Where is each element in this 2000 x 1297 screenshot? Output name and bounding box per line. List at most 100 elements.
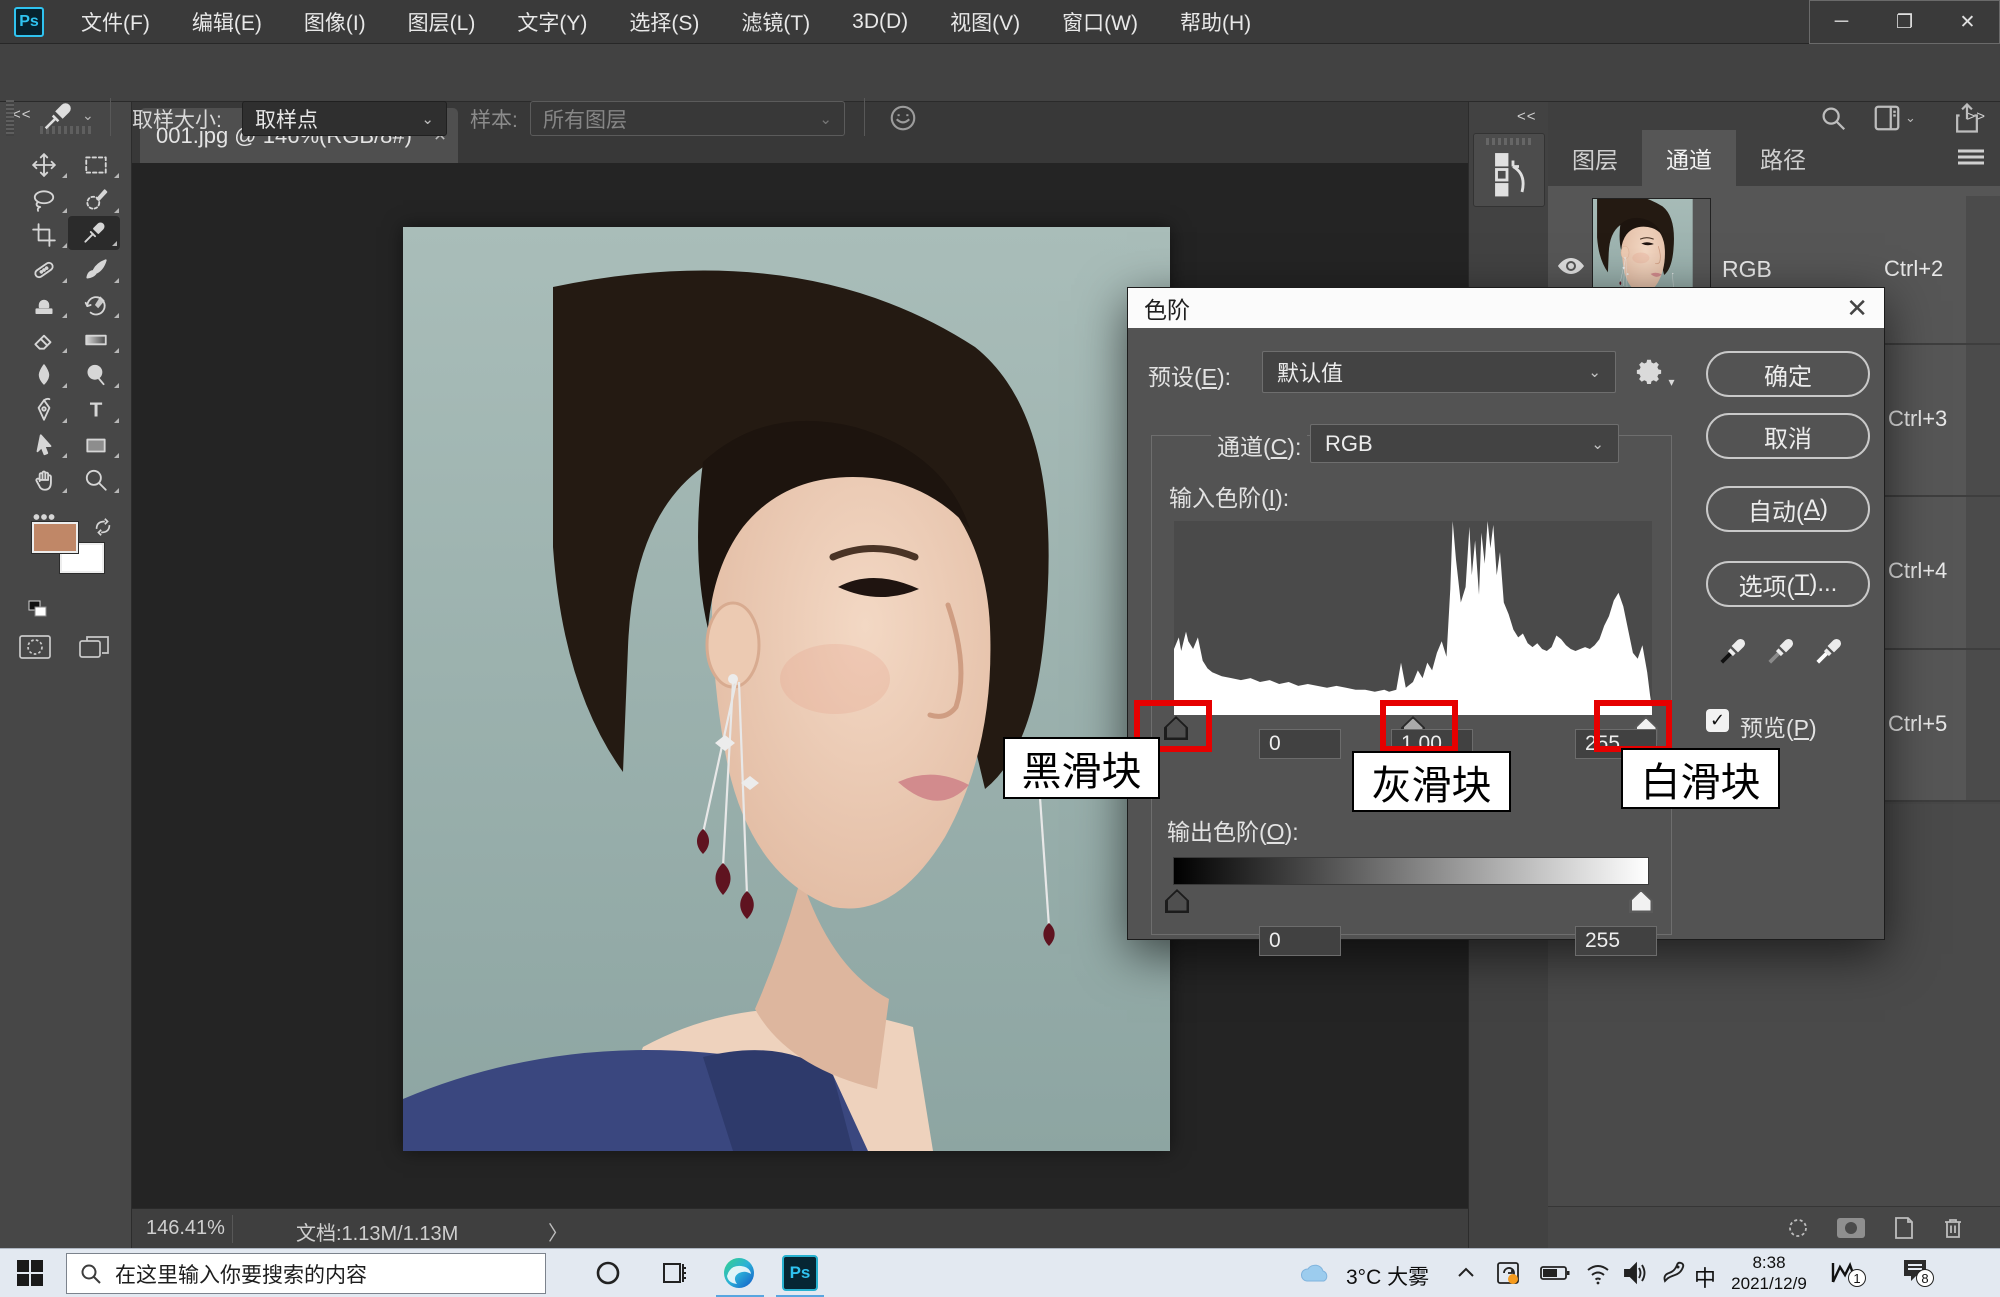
status-chevron-icon[interactable]: 〉 <box>548 1217 568 1246</box>
swap-colors-icon[interactable] <box>92 516 114 543</box>
options-button[interactable]: 选项(T)... <box>1706 561 1870 607</box>
menu-3d[interactable]: 3D(D) <box>831 0 929 44</box>
menu-select[interactable]: 选择(S) <box>608 0 720 44</box>
input-black-field[interactable]: 0 <box>1259 729 1341 759</box>
search-icon[interactable] <box>1818 103 1848 138</box>
notification-icon[interactable]: 8 <box>1900 1257 1930 1290</box>
lasso-tool-icon[interactable] <box>18 183 70 217</box>
dialog-title-bar[interactable]: 色阶 ✕ <box>1128 288 1884 328</box>
minimize-button[interactable]: ─ <box>1810 1 1873 43</box>
start-button-icon[interactable] <box>16 1259 44 1292</box>
menu-view[interactable]: 视图(V) <box>929 0 1041 44</box>
set-black-point-eyedropper-icon[interactable] <box>1718 636 1748 671</box>
tab-layers[interactable]: 图层 <box>1548 130 1642 186</box>
marquee-tool-icon[interactable] <box>70 148 122 182</box>
load-selection-icon[interactable] <box>1786 1216 1810 1240</box>
zoom-level[interactable]: 146.41% <box>146 1217 225 1240</box>
new-channel-icon[interactable] <box>1892 1216 1916 1240</box>
clone-stamp-tool-icon[interactable] <box>18 288 70 322</box>
set-white-point-eyedropper-icon[interactable] <box>1814 636 1844 671</box>
eyedropper-tool-icon[interactable] <box>68 216 120 250</box>
quick-selection-tool-icon[interactable] <box>70 183 122 217</box>
delete-channel-icon[interactable] <box>1942 1216 1964 1240</box>
channel-select[interactable]: RGB⌄ <box>1310 424 1619 463</box>
tool-preset-chevron-icon[interactable]: ⌄ <box>82 107 94 124</box>
eraser-tool-icon[interactable] <box>18 323 70 357</box>
add-mask-icon[interactable] <box>1836 1217 1866 1239</box>
auto-button[interactable]: 自动(A) <box>1706 486 1870 532</box>
cancel-button[interactable]: 取消 <box>1706 413 1870 459</box>
output-white-field[interactable]: 255 <box>1575 926 1657 956</box>
cortana-icon[interactable] <box>594 1259 622 1292</box>
eyedropper-options-icon[interactable] <box>40 100 74 139</box>
volume-icon[interactable] <box>1622 1260 1650 1291</box>
taskbar-search-input[interactable]: 在这里输入你要搜索的内容 <box>66 1253 546 1294</box>
battery-icon[interactable] <box>1540 1264 1570 1287</box>
set-gray-point-eyedropper-icon[interactable] <box>1766 636 1796 671</box>
dialog-close-icon[interactable]: ✕ <box>1846 293 1868 324</box>
output-black-field[interactable]: 0 <box>1259 926 1341 956</box>
edge-icon[interactable] <box>722 1256 756 1295</box>
options-bar: ⌄ 取样大小: 取样点⌄ 样本: 所有图层⌄ ⌄ <box>0 44 2000 102</box>
white-output-slider[interactable] <box>1629 889 1653 913</box>
history-panel-collapsed-button[interactable] <box>1473 133 1545 207</box>
menu-layer[interactable]: 图层(L) <box>387 0 497 44</box>
pen-tool-icon[interactable] <box>18 393 70 427</box>
ime-indicator[interactable]: 中 <box>1694 1261 1716 1293</box>
weather-cloud-icon[interactable] <box>1298 1261 1334 1290</box>
menu-help[interactable]: 帮助(H) <box>1159 0 1272 44</box>
menu-window[interactable]: 窗口(W) <box>1041 0 1159 44</box>
hand-tool-icon[interactable] <box>18 463 70 497</box>
path-selection-tool-icon[interactable] <box>18 428 70 462</box>
sample-size-select[interactable]: 取样点⌄ <box>242 101 447 136</box>
channel-name[interactable]: RGB <box>1722 256 1772 283</box>
weather-temp[interactable]: 3°C 大雾 <box>1346 1261 1429 1291</box>
quick-mask-icon[interactable] <box>18 634 52 665</box>
gradient-tool-icon[interactable] <box>70 323 122 357</box>
workspace-switcher-icon[interactable] <box>1872 104 1902 137</box>
default-colors-icon[interactable] <box>26 598 50 627</box>
pen-icon[interactable] <box>1660 1260 1686 1291</box>
svg-text:T: T <box>90 399 103 422</box>
history-brush-tool-icon[interactable] <box>70 288 122 322</box>
black-output-slider[interactable] <box>1165 889 1189 913</box>
preset-options-gear-icon[interactable]: ▾ <box>1634 356 1674 391</box>
type-tool-icon[interactable]: T <box>70 393 122 427</box>
share-icon[interactable] <box>1952 102 1982 139</box>
menu-type[interactable]: 文字(Y) <box>496 0 608 44</box>
brush-tool-icon[interactable] <box>70 253 122 287</box>
healing-brush-tool-icon[interactable] <box>18 253 70 287</box>
clock[interactable]: 8:38 2021/12/9 <box>1728 1252 1810 1294</box>
visibility-eye-icon[interactable] <box>1556 256 1586 281</box>
move-tool-icon[interactable] <box>18 148 70 182</box>
collapse-panels-left-button[interactable]: << <box>1517 108 1537 125</box>
task-view-icon[interactable] <box>660 1260 688 1291</box>
mail-app-icon[interactable]: 1 <box>1828 1257 1862 1292</box>
dodge-tool-icon[interactable] <box>70 358 122 392</box>
tab-paths[interactable]: 路径 <box>1736 130 1830 186</box>
menu-file[interactable]: 文件(F) <box>60 0 171 44</box>
restore-button[interactable]: ❐ <box>1873 1 1936 43</box>
menu-edit[interactable]: 编辑(E) <box>171 0 283 44</box>
close-button[interactable]: ✕ <box>1936 1 1999 43</box>
blur-tool-icon[interactable] <box>18 358 70 392</box>
menu-filter[interactable]: 滤镜(T) <box>720 0 831 44</box>
tab-channels[interactable]: 通道 <box>1642 130 1736 186</box>
screen-mode-icon[interactable] <box>78 634 110 665</box>
tray-chevron-up-icon[interactable] <box>1456 1265 1476 1284</box>
panel-menu-icon[interactable] <box>1956 146 1986 175</box>
photoshop-taskbar-icon[interactable]: Ps <box>782 1255 818 1291</box>
tray-app-icon[interactable] <box>1494 1259 1522 1292</box>
wifi-icon[interactable] <box>1584 1260 1612 1291</box>
preset-select[interactable]: 默认值⌄ <box>1262 351 1616 393</box>
menu-image[interactable]: 图像(I) <box>283 0 387 44</box>
sampling-ring-icon[interactable] <box>888 103 918 138</box>
ok-button[interactable]: 确定 <box>1706 351 1870 397</box>
shape-tool-icon[interactable] <box>70 428 122 462</box>
zoom-tool-icon[interactable] <box>70 463 122 497</box>
crop-tool-icon[interactable] <box>18 218 70 252</box>
foreground-color-swatch[interactable] <box>32 522 78 553</box>
preview-checkbox[interactable]: ✓ <box>1706 709 1729 732</box>
workspace-chevron-icon[interactable]: ⌄ <box>1905 110 1916 126</box>
collapse-tools-button[interactable]: << <box>12 106 32 123</box>
